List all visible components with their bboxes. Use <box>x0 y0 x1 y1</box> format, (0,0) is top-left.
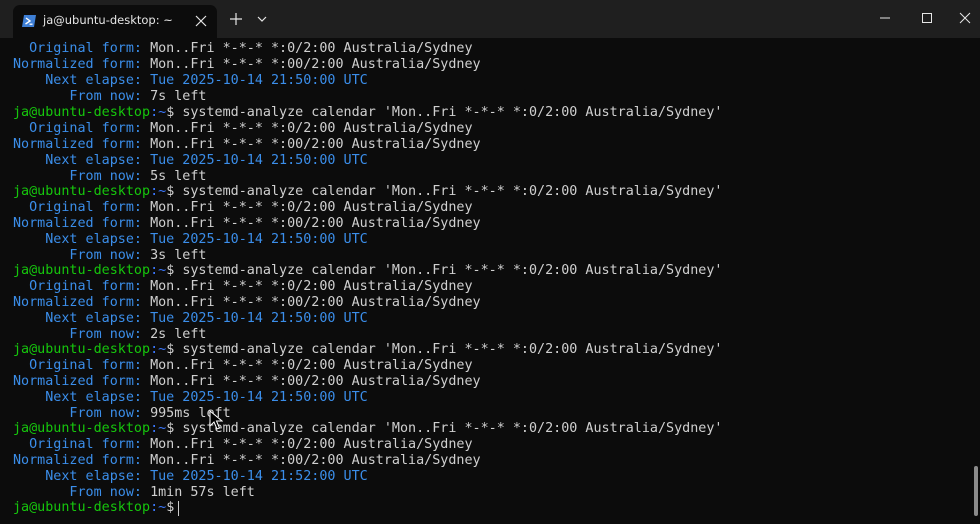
close-icon <box>959 12 971 24</box>
prompt-line: ja@ubuntu-desktop:~$ systemd-analyze cal… <box>13 263 723 278</box>
output-line-next-elapse: Next elapse: Tue 2025-10-14 21:50:00 UTC <box>13 390 368 405</box>
output-line-normalized: Normalized form: Mon..Fri *-*-* *:00/2:0… <box>13 453 481 468</box>
title-bar: ja@ubuntu-desktop: ~ <box>0 0 980 38</box>
prompt-line: ja@ubuntu-desktop:~$ systemd-analyze cal… <box>13 105 723 120</box>
output-line-original: Original form: Mon..Fri *-*-* *:0/2:00 A… <box>13 121 473 136</box>
output-line-original: Original form: Mon..Fri *-*-* *:0/2:00 A… <box>13 358 473 373</box>
prompt-line: ja@ubuntu-desktop:~$ systemd-analyze cal… <box>13 421 723 436</box>
output-line-normalized: Normalized form: Mon..Fri *-*-* *:00/2:0… <box>13 374 481 389</box>
output-line-normalized: Normalized form: Mon..Fri *-*-* *:00/2:0… <box>13 295 481 310</box>
terminal-output[interactable]: Original form: Mon..Fri *-*-* *:0/2:00 A… <box>0 38 968 524</box>
scrollbar[interactable] <box>972 38 980 524</box>
tab-terminal[interactable]: ja@ubuntu-desktop: ~ <box>13 5 217 38</box>
output-line-next-elapse: Next elapse: Tue 2025-10-14 21:50:00 UTC <box>13 311 368 326</box>
active-prompt[interactable]: ja@ubuntu-desktop:~$ <box>13 500 182 516</box>
output-line-from-now: From now: 7s left <box>13 89 207 104</box>
output-line-from-now: From now: 1min 57s left <box>13 485 255 500</box>
output-line-from-now: From now: 3s left <box>13 248 207 263</box>
output-line-normalized: Normalized form: Mon..Fri *-*-* *:00/2:0… <box>13 57 481 72</box>
output-line-normalized: Normalized form: Mon..Fri *-*-* *:00/2:0… <box>13 137 481 152</box>
terminal-window: ja@ubuntu-desktop: ~ Original form: Mon.… <box>0 0 980 524</box>
output-line-from-now: From now: 995ms left <box>13 406 231 421</box>
output-line-normalized: Normalized form: Mon..Fri *-*-* *:00/2:0… <box>13 216 481 231</box>
maximize-icon <box>922 13 932 23</box>
text-cursor <box>178 501 179 516</box>
output-line-next-elapse: Next elapse: Tue 2025-10-14 21:50:00 UTC <box>13 232 368 247</box>
output-line-next-elapse: Next elapse: Tue 2025-10-14 21:52:00 UTC <box>13 469 368 484</box>
minimize-icon <box>880 17 890 19</box>
output-line-from-now: From now: 5s left <box>13 169 207 184</box>
tab-title: ja@ubuntu-desktop: ~ <box>43 13 173 27</box>
output-line-original: Original form: Mon..Fri *-*-* *:0/2:00 A… <box>13 437 473 452</box>
minimize-button[interactable] <box>862 0 908 36</box>
output-line-original: Original form: Mon..Fri *-*-* *:0/2:00 A… <box>13 200 473 215</box>
chevron-down-icon[interactable] <box>254 10 270 28</box>
prompt-line: ja@ubuntu-desktop:~$ systemd-analyze cal… <box>13 184 723 199</box>
prompt-line: ja@ubuntu-desktop:~$ systemd-analyze cal… <box>13 342 723 357</box>
output-line-original: Original form: Mon..Fri *-*-* *:0/2:00 A… <box>13 279 473 294</box>
plus-icon[interactable] <box>226 9 246 29</box>
output-line-from-now: From now: 2s left <box>13 327 207 342</box>
scrollbar-thumb[interactable] <box>974 466 978 516</box>
powershell-terminal-icon <box>22 15 36 27</box>
output-line-next-elapse: Next elapse: Tue 2025-10-14 21:50:00 UTC <box>13 153 368 168</box>
close-icon[interactable] <box>191 11 211 31</box>
close-window-button[interactable] <box>942 0 980 36</box>
mouse-pointer-icon <box>209 410 223 430</box>
output-line-original: Original form: Mon..Fri *-*-* *:0/2:00 A… <box>13 41 473 56</box>
output-line-next-elapse: Next elapse: Tue 2025-10-14 21:50:00 UTC <box>13 73 368 88</box>
